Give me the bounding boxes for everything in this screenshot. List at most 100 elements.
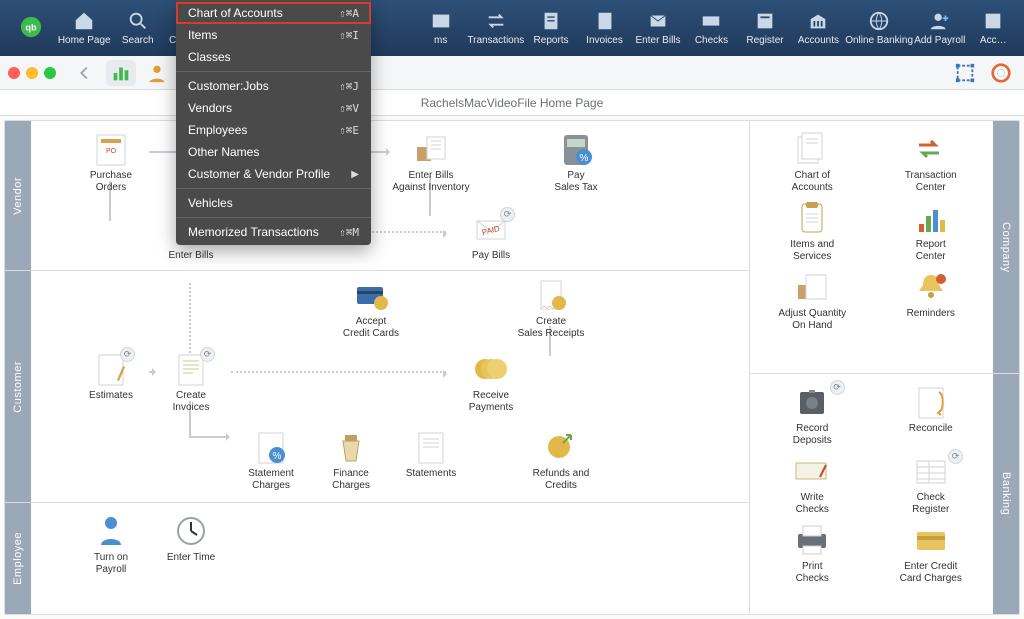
chart-accounts-icon	[792, 131, 832, 167]
refunds-credits-icon	[541, 429, 581, 465]
flow-item-label: Turn onPayroll	[94, 552, 128, 576]
toolbar-enter-bills[interactable]: Enter Bills	[631, 0, 684, 56]
menu-item-other-names[interactable]: Other Names	[176, 141, 371, 163]
panel-reconcile[interactable]: Reconcile	[875, 384, 988, 447]
panel-reminders[interactable]: Reminders	[875, 269, 988, 332]
toolbar-invoices[interactable]: Invoices	[578, 0, 631, 56]
menu-item-vehicles[interactable]: Vehicles	[176, 192, 371, 214]
panel-check-register[interactable]: CheckRegister⟳	[875, 453, 988, 516]
panel-item-label: RecordDeposits	[793, 423, 832, 447]
invoices-icon	[594, 10, 616, 32]
toolbar-acc[interactable]: Acc…	[967, 0, 1020, 56]
toolbar-label: Checks	[695, 35, 728, 46]
menu-item-label: Vehicles	[188, 196, 233, 210]
menu-item-label: Customer & Vendor Profile	[188, 167, 330, 181]
flow-accept-cc[interactable]: AcceptCredit Cards	[331, 277, 411, 340]
toolbar-transactions[interactable]: Transactions	[467, 0, 524, 56]
flow-turn-on-payroll[interactable]: Turn onPayroll	[71, 513, 151, 576]
statement-charges-icon: %	[251, 429, 291, 465]
menu-item-items[interactable]: Items⇧⌘I	[176, 24, 371, 46]
menu-item-vendors[interactable]: Vendors⇧⌘V	[176, 97, 371, 119]
toolbar-register[interactable]: Register	[738, 0, 791, 56]
flow-enter-time[interactable]: Enter Time	[151, 513, 231, 564]
menu-shortcut: ⇧⌘A	[339, 7, 359, 20]
flow-purchase-orders[interactable]: POPurchaseOrders	[71, 131, 151, 194]
flow-pay-bills[interactable]: PAIDPay Bills⟳	[451, 211, 531, 262]
panel-write-checks[interactable]: WriteChecks	[756, 453, 869, 516]
toolbar-checks[interactable]: Checks	[685, 0, 738, 56]
flow-item-label: Enter Time	[167, 552, 215, 564]
menu-item-chart-of-accounts[interactable]: Chart of Accounts ⇧⌘A	[176, 2, 371, 24]
menu-item-customer-jobs[interactable]: Customer:Jobs⇧⌘J	[176, 75, 371, 97]
panel-items-services[interactable]: Items andServices	[756, 200, 869, 263]
panel-report-center[interactable]: ReportCenter	[875, 200, 988, 263]
flow-item-label: CreateSales Receipts	[518, 316, 585, 340]
zoom-window-button[interactable]	[44, 67, 56, 79]
flow-enter-bills-inventory[interactable]: Enter BillsAgainst Inventory	[391, 131, 471, 194]
flow-create-sales-receipts[interactable]: CreateSales Receipts	[511, 277, 591, 340]
toolbar-menu-gap[interactable]: ms	[414, 0, 467, 56]
menu-item-employees[interactable]: Employees⇧⌘E	[176, 119, 371, 141]
enter-bills-icon	[647, 10, 669, 32]
flow-finance-charges[interactable]: FinanceCharges	[311, 429, 391, 492]
menu-shortcut: ⇧⌘M	[339, 226, 359, 239]
toolbar-qb-logo[interactable]: qb	[4, 0, 57, 56]
flow-statements[interactable]: Statements	[391, 429, 471, 480]
badge-icon: ⟳	[500, 207, 515, 222]
toolbar-label: Reports	[534, 35, 569, 46]
flow-item-label: Enter Bills	[168, 250, 213, 262]
panel-enter-cc-charges[interactable]: Enter CreditCard Charges	[875, 522, 988, 585]
menu-item-customer-vendor-profile[interactable]: Customer & Vendor Profile▶	[176, 163, 371, 185]
panel-record-deposits[interactable]: RecordDeposits⟳	[756, 384, 869, 447]
flow-refunds-credits[interactable]: Refunds andCredits	[521, 429, 601, 492]
minimize-window-button[interactable]	[26, 67, 38, 79]
menu-item-classes[interactable]: Classes	[176, 46, 371, 68]
window-controls[interactable]	[8, 67, 56, 79]
panel-print-checks[interactable]: PrintChecks	[756, 522, 869, 585]
enter-cc-charges-icon	[911, 522, 951, 558]
company-tab[interactable]: Company	[993, 121, 1019, 373]
panel-chart-accounts[interactable]: Chart ofAccounts	[756, 131, 869, 194]
flow-arrow-dotted	[231, 371, 446, 373]
back-button[interactable]	[70, 60, 100, 86]
flow-create-invoices[interactable]: CreateInvoices⟳	[151, 351, 231, 414]
flow-pay-sales-tax[interactable]: %PaySales Tax	[536, 131, 616, 194]
flow-receive-payments[interactable]: ReceivePayments	[451, 351, 531, 414]
menu-shortcut: ⇧⌘J	[339, 80, 359, 93]
toolbar-add-payroll[interactable]: Add Payroll	[913, 0, 966, 56]
banking-tab[interactable]: Banking	[993, 374, 1019, 614]
lists-menu[interactable]: Chart of Accounts ⇧⌘A Items⇧⌘I Classes Custo…	[176, 0, 371, 245]
panel-adjust-qty[interactable]: Adjust QuantityOn Hand	[756, 269, 869, 332]
panel-item-label: Items andServices	[790, 239, 834, 263]
close-window-button[interactable]	[8, 67, 20, 79]
panel-item-label: ReportCenter	[916, 239, 946, 263]
menu-item-label: Chart of Accounts	[188, 6, 283, 20]
employee-flow: Turn onPayroll Enter Time	[31, 503, 749, 614]
enter-time-icon	[171, 513, 211, 549]
chart-mode-button[interactable]	[106, 60, 136, 86]
flow-arrow	[189, 436, 229, 438]
toolbar-accounts[interactable]: Accounts	[792, 0, 845, 56]
toolbar-reports[interactable]: Reports	[524, 0, 577, 56]
toolbar-label: ms	[434, 35, 447, 46]
menu-item-label: Classes	[188, 50, 231, 64]
menu-item-label: Employees	[188, 123, 247, 137]
resize-handle-icon[interactable]	[950, 60, 980, 86]
toolbar-online-banking[interactable]: Online Banking	[845, 0, 913, 56]
toolbar-search[interactable]: Search	[111, 0, 164, 56]
flow-item-label: CreateInvoices	[173, 390, 210, 414]
panel-item-label: Reminders	[907, 308, 955, 320]
menu-item-memorized-transactions[interactable]: Memorized Transactions⇧⌘M	[176, 221, 371, 243]
flow-item-label: Estimates	[89, 390, 133, 402]
company-grid: Chart ofAccountsTransactionCenter Items a…	[750, 121, 993, 373]
finance-charges-icon	[331, 429, 371, 465]
flow-item-label: AcceptCredit Cards	[343, 316, 399, 340]
toolbar-home[interactable]: Home Page	[57, 0, 110, 56]
receive-payments-icon	[471, 351, 511, 387]
user-mode-button[interactable]	[142, 60, 172, 86]
flow-estimates[interactable]: Estimates⟳	[71, 351, 151, 402]
panel-transaction-center[interactable]: TransactionCenter	[875, 131, 988, 194]
help-lifebuoy-icon[interactable]	[986, 60, 1016, 86]
flow-statement-charges[interactable]: %StatementCharges	[231, 429, 311, 492]
items-services-icon	[792, 200, 832, 236]
